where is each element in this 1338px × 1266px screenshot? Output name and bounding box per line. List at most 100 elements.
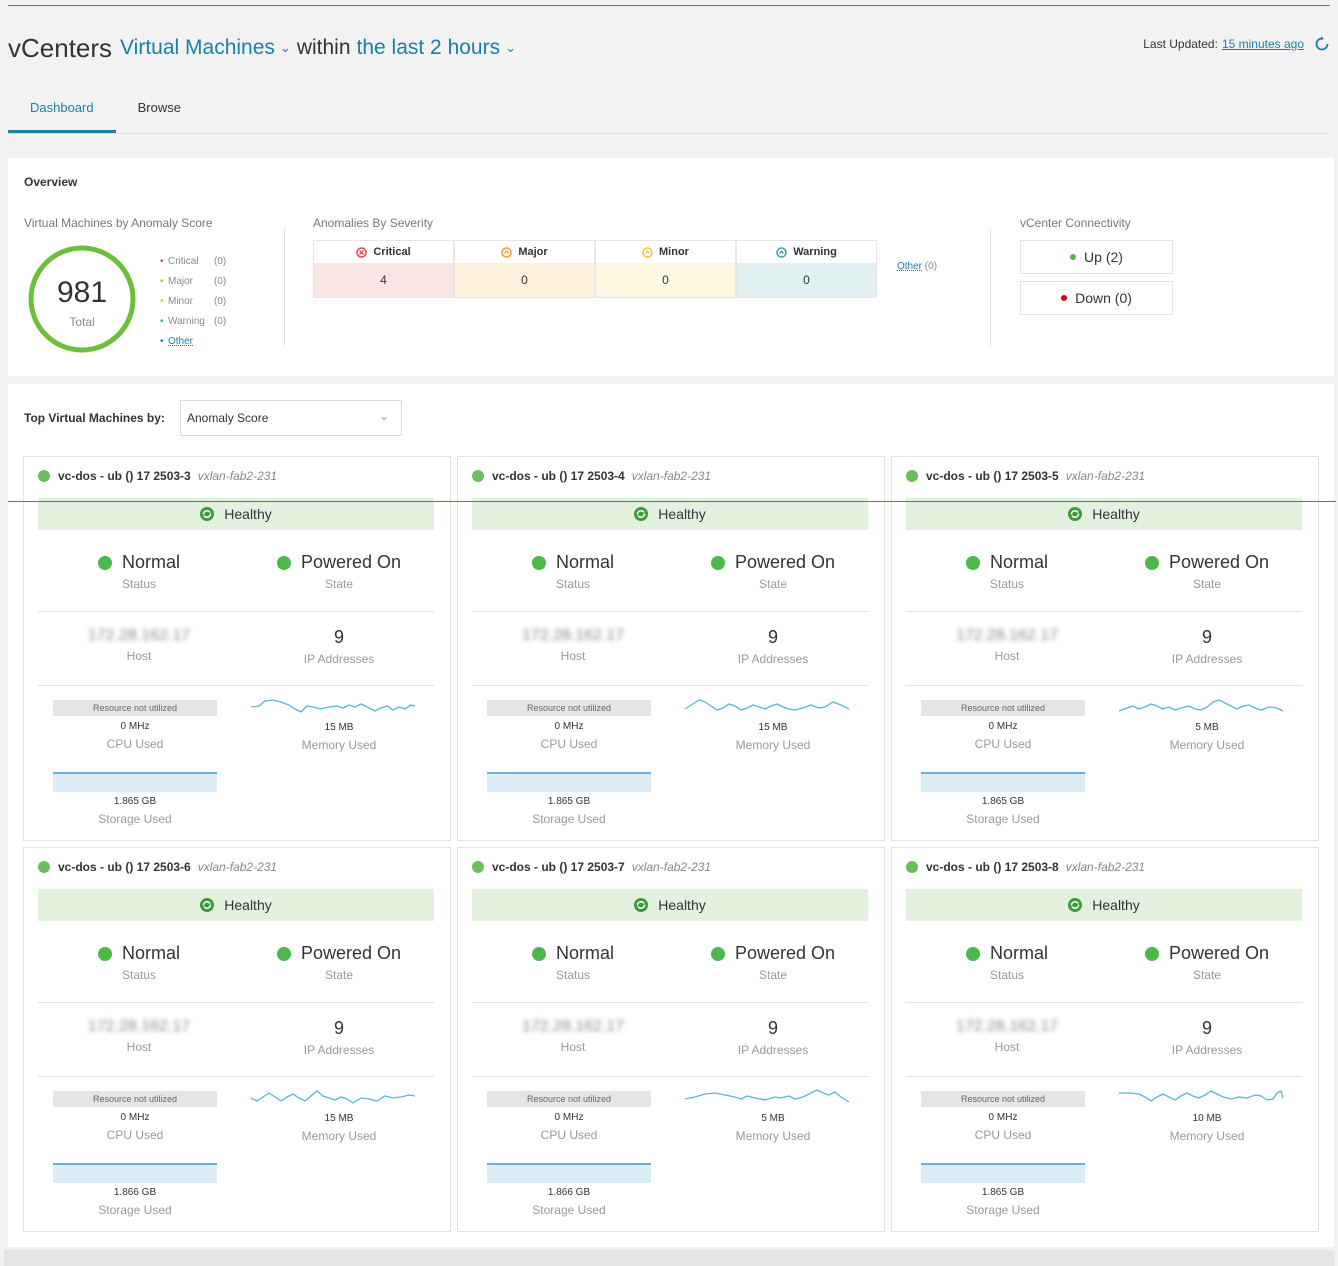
cpu-resource-bar: Resource not utilized xyxy=(921,700,1085,716)
vm-card[interactable]: vc-dos - ub () 17 2503-3 vxlan-fab2-231 He… xyxy=(23,456,451,841)
last-updated-label: Last Updated: xyxy=(1143,37,1218,51)
vm-host: 172.28.162.17 Host xyxy=(955,1018,1059,1054)
vm-ip-addresses: 9 IP Addresses xyxy=(737,627,809,666)
connectivity-down[interactable]: Down (0) xyxy=(1020,281,1173,315)
storage-value: 1.865 GB xyxy=(113,796,157,807)
vm-status: Normal Status xyxy=(498,552,648,591)
vm-power-state: Powered On State xyxy=(688,552,858,591)
memory-sparkline xyxy=(1119,1090,1284,1102)
status-dot-icon xyxy=(965,946,980,961)
power-dot-icon xyxy=(1144,555,1159,570)
status-dot-icon xyxy=(97,555,112,570)
overlay-line xyxy=(8,501,1336,502)
storage-value: 1.865 GB xyxy=(547,796,591,807)
memory-value: 10 MB xyxy=(1192,1113,1222,1124)
status-dot xyxy=(1070,254,1077,260)
vm-ip-addresses: 9 IP Addresses xyxy=(1171,1018,1243,1057)
refresh-icon[interactable] xyxy=(1314,36,1330,52)
divider xyxy=(906,685,1302,686)
vm-status: Normal Status xyxy=(64,943,214,982)
divider xyxy=(906,1002,1302,1003)
divider xyxy=(906,611,1302,612)
health-dot-icon xyxy=(472,861,484,873)
status-dot xyxy=(1061,295,1068,301)
connectivity-up[interactable]: Up (2) xyxy=(1020,240,1173,274)
cpu-value: 0 MHz xyxy=(988,721,1018,732)
legend-item-other[interactable]: • Other xyxy=(160,332,226,352)
vm-name[interactable]: vc-dos - ub () 17 2503-6 xyxy=(58,860,191,874)
within-text: within xyxy=(296,36,351,59)
vm-card[interactable]: vc-dos - ub () 17 2503-6 vxlan-fab2-231 He… xyxy=(23,847,451,1232)
memory-caption: Memory Used xyxy=(1169,1129,1245,1143)
health-label: Healthy xyxy=(658,897,706,913)
vm-status: Normal Status xyxy=(64,552,214,591)
health-label: Healthy xyxy=(224,897,272,913)
vm-fabric: vxlan-fab2-231 xyxy=(1065,469,1146,483)
healthy-icon xyxy=(200,507,215,521)
cpu-caption: CPU Used xyxy=(974,737,1032,751)
storage-value: 1.865 GB xyxy=(981,796,1025,807)
health-label: Healthy xyxy=(1092,506,1140,522)
vm-host: 172.28.162.17 Host xyxy=(87,627,191,663)
vm-name[interactable]: vc-dos - ub () 17 2503-5 xyxy=(926,469,1059,483)
storage-value: 1.866 GB xyxy=(547,1187,591,1198)
vm-card-header: vc-dos - ub () 17 2503-6 vxlan-fab2-231 xyxy=(38,860,277,874)
cpu-resource-bar: Resource not utilized xyxy=(487,700,651,716)
severity-major[interactable]: Major 0 xyxy=(454,240,595,298)
vm-card[interactable]: vc-dos - ub () 17 2503-4 vxlan-fab2-231 He… xyxy=(457,456,885,841)
storage-caption: Storage Used xyxy=(98,1203,172,1217)
tab-browse[interactable]: Browse xyxy=(116,90,203,133)
anomaly-total-label: Total xyxy=(69,315,95,329)
health-banner: Healthy xyxy=(472,889,868,921)
divider xyxy=(990,228,991,346)
storage-caption: Storage Used xyxy=(98,812,172,826)
severity-minor[interactable]: Minor 0 xyxy=(595,240,736,298)
severity-other-link[interactable]: Other xyxy=(897,261,922,272)
severity-table: Critical 4 Major 0 Minor 0 Warning 0 xyxy=(313,240,877,298)
entity-selector[interactable]: Virtual Machines ⌄ xyxy=(120,36,291,60)
vm-name[interactable]: vc-dos - ub () 17 2503-4 xyxy=(492,469,625,483)
last-updated-link[interactable]: 15 minutes ago xyxy=(1222,37,1304,51)
top-divider xyxy=(8,5,1330,6)
storage-bar xyxy=(53,1163,217,1183)
vm-card-header: vc-dos - ub () 17 2503-7 vxlan-fab2-231 xyxy=(472,860,711,874)
severity-warning[interactable]: Warning 0 xyxy=(736,240,877,298)
vm-status: Normal Status xyxy=(932,943,1082,982)
vm-host: 172.28.162.17 Host xyxy=(87,1018,191,1054)
vm-card[interactable]: vc-dos - ub () 17 2503-7 vxlan-fab2-231 He… xyxy=(457,847,885,1232)
cpu-value: 0 MHz xyxy=(554,1112,584,1123)
divider xyxy=(472,611,868,612)
memory-caption: Memory Used xyxy=(301,738,377,752)
top-vms-sort-select[interactable]: Anomaly Score ⌄ xyxy=(180,400,402,436)
healthy-icon xyxy=(200,898,215,912)
memory-value: 15 MB xyxy=(324,722,354,733)
tab-dashboard[interactable]: Dashboard xyxy=(8,90,116,133)
vm-name[interactable]: vc-dos - ub () 17 2503-3 xyxy=(58,469,191,483)
healthy-icon xyxy=(1068,898,1083,912)
health-label: Healthy xyxy=(1092,897,1140,913)
health-dot-icon xyxy=(472,470,484,482)
memory-caption: Memory Used xyxy=(1169,738,1245,752)
anomaly-legend: • Critical (0) • Major (0) • Minor (0) • Warnin… xyxy=(160,252,226,352)
power-dot-icon xyxy=(276,946,291,961)
severity-critical[interactable]: Critical 4 xyxy=(313,240,454,298)
storage-value: 1.866 GB xyxy=(113,1187,157,1198)
vm-name[interactable]: vc-dos - ub () 17 2503-7 xyxy=(492,860,625,874)
vm-name[interactable]: vc-dos - ub () 17 2503-8 xyxy=(926,860,1059,874)
time-range-selector[interactable]: the last 2 hours ⌄ xyxy=(357,36,517,60)
select-value: Anomaly Score xyxy=(187,411,269,425)
vm-status: Normal Status xyxy=(932,552,1082,591)
vm-ip-addresses: 9 IP Addresses xyxy=(303,627,375,666)
major-icon xyxy=(501,246,513,258)
vm-card[interactable]: vc-dos - ub () 17 2503-5 vxlan-fab2-231 He… xyxy=(891,456,1319,841)
storage-caption: Storage Used xyxy=(966,1203,1040,1217)
vm-card-header: vc-dos - ub () 17 2503-3 vxlan-fab2-231 xyxy=(38,469,277,483)
chevron-down-icon: ⌄ xyxy=(505,40,517,55)
vm-card-header: vc-dos - ub () 17 2503-8 vxlan-fab2-231 xyxy=(906,860,1145,874)
divider xyxy=(284,228,285,346)
vm-card-header: vc-dos - ub () 17 2503-5 vxlan-fab2-231 xyxy=(906,469,1145,483)
severity-other: Other (0) xyxy=(897,261,938,272)
legend-item-warning: • Warning (0) xyxy=(160,316,227,327)
health-dot-icon xyxy=(38,470,50,482)
vm-card[interactable]: vc-dos - ub () 17 2503-8 vxlan-fab2-231 He… xyxy=(891,847,1319,1232)
